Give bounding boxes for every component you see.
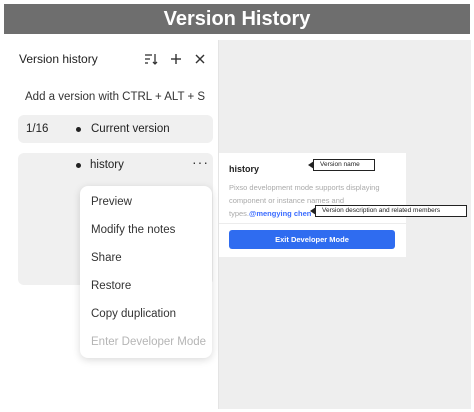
card-version-title: history xyxy=(229,164,260,174)
card-member-link[interactable]: @mengying chen xyxy=(249,209,311,218)
timeline-dot-icon xyxy=(76,163,81,168)
version-context-menu: Preview Modify the notes Share Restore C… xyxy=(80,186,212,358)
callout-version-name: Version name xyxy=(308,159,375,171)
sort-icon[interactable] xyxy=(142,50,160,68)
version-counter: 1/16 xyxy=(26,123,49,135)
panel-title: Version history xyxy=(19,52,98,66)
history-version-label: history xyxy=(90,159,124,171)
menu-item-preview[interactable]: Preview xyxy=(91,196,132,208)
card-divider xyxy=(219,223,406,224)
plus-icon[interactable] xyxy=(167,50,185,68)
shortcut-hint: Add a version with CTRL + ALT + S xyxy=(25,91,206,103)
menu-item-enter-developer-mode: Enter Developer Mode xyxy=(91,336,207,348)
page-banner: Version History xyxy=(4,4,470,34)
close-icon[interactable] xyxy=(191,50,209,68)
version-row-current[interactable]: 1/16 Current version xyxy=(18,115,213,143)
current-version-label: Current version xyxy=(91,123,170,135)
menu-item-copy-duplication[interactable]: Copy duplication xyxy=(91,308,176,320)
more-horizontal-icon[interactable]: ··· xyxy=(192,154,209,170)
menu-item-restore[interactable]: Restore xyxy=(91,280,131,292)
exit-developer-mode-button[interactable]: Exit Developer Mode xyxy=(229,230,395,249)
menu-item-modify-notes[interactable]: Modify the notes xyxy=(91,224,175,236)
menu-item-share[interactable]: Share xyxy=(91,252,122,264)
timeline-dot-icon xyxy=(76,127,81,132)
callout-description: Version description and related members xyxy=(310,205,467,217)
